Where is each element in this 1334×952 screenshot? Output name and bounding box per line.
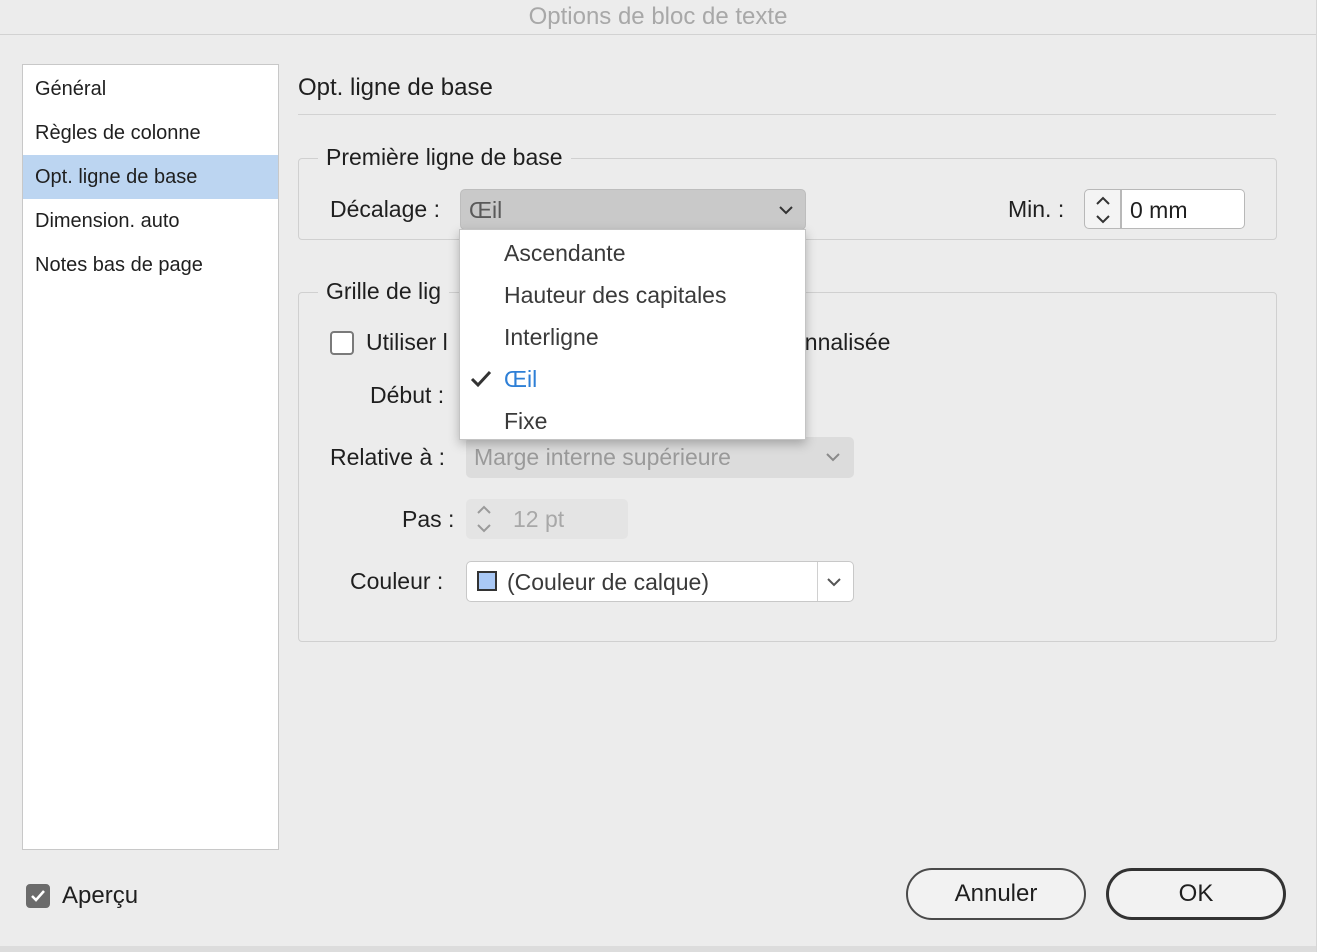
first-baseline-group-label: Première ligne de base bbox=[318, 144, 571, 171]
chevron-down-icon bbox=[824, 437, 842, 477]
chevron-down-icon bbox=[777, 190, 795, 230]
sidebar-item-general[interactable]: Général bbox=[23, 67, 278, 111]
offset-select[interactable]: Œil bbox=[460, 189, 806, 230]
window-title: Options de bloc de texte bbox=[528, 3, 788, 30]
sidebar-item-baseline-options[interactable]: Opt. ligne de base bbox=[23, 155, 278, 199]
relative-to-select[interactable]: Marge interne supérieure bbox=[466, 437, 854, 478]
relative-to-label: Relative à : bbox=[330, 444, 446, 470]
window-bottom-edge bbox=[0, 946, 1316, 952]
step-input[interactable]: 12 pt bbox=[502, 499, 628, 539]
dropdown-option-fixe[interactable]: Fixe bbox=[460, 400, 805, 442]
use-custom-grid-label-end: onnalisée bbox=[792, 329, 891, 355]
color-label: Couleur : bbox=[350, 568, 444, 594]
dropdown-option-oeil[interactable]: Œil bbox=[460, 358, 805, 400]
step-label: Pas : bbox=[402, 506, 455, 532]
sidebar-item-auto-size[interactable]: Dimension. auto bbox=[23, 199, 278, 243]
cancel-button[interactable]: Annuler bbox=[906, 868, 1086, 920]
dropdown-option-cap-height[interactable]: Hauteur des capitales bbox=[460, 274, 805, 316]
stepper-arrows-icon bbox=[477, 505, 491, 533]
window-edge bbox=[1316, 0, 1334, 952]
stepper-arrows-icon bbox=[1096, 196, 1110, 224]
dropdown-option-interligne[interactable]: Interligne bbox=[460, 316, 805, 358]
dropdown-option-ascendante[interactable]: Ascendante bbox=[460, 232, 805, 274]
step-stepper[interactable] bbox=[466, 499, 502, 539]
start-label: Début : bbox=[370, 382, 445, 408]
sidebar-item-footnotes[interactable]: Notes bas de page bbox=[23, 243, 278, 287]
select-divider bbox=[817, 562, 818, 601]
color-swatch bbox=[477, 571, 497, 591]
color-select[interactable]: (Couleur de calque) bbox=[466, 561, 854, 602]
min-label: Min. : bbox=[1008, 196, 1065, 222]
sidebar-item-column-rules[interactable]: Règles de colonne bbox=[23, 111, 278, 155]
use-custom-grid-label-start: Utiliser l bbox=[366, 329, 448, 355]
preview-label: Aperçu bbox=[62, 882, 139, 909]
min-stepper[interactable] bbox=[1084, 189, 1121, 229]
min-input-value: 0 mm bbox=[1130, 197, 1188, 223]
chevron-down-icon bbox=[825, 562, 843, 602]
title-bar: Options de bloc de texte bbox=[0, 0, 1316, 35]
checkmark-icon bbox=[31, 890, 45, 902]
sidebar: Général Règles de colonne Opt. ligne de … bbox=[22, 64, 279, 850]
use-custom-grid-checkbox[interactable] bbox=[330, 331, 354, 355]
color-select-value: (Couleur de calque) bbox=[507, 569, 710, 595]
offset-dropdown-menu: Ascendante Hauteur des capitales Interli… bbox=[459, 229, 806, 440]
step-input-value: 12 pt bbox=[513, 506, 565, 532]
ok-button[interactable]: OK bbox=[1106, 868, 1286, 920]
relative-to-select-value: Marge interne supérieure bbox=[474, 444, 731, 470]
page-title: Opt. ligne de base bbox=[298, 74, 493, 101]
baseline-grid-group-label: Grille de lig bbox=[318, 278, 450, 305]
section-divider bbox=[298, 114, 1276, 115]
offset-label: Décalage : bbox=[330, 196, 440, 222]
dropdown-option-label: Œil bbox=[504, 366, 538, 392]
offset-select-value: Œil bbox=[469, 197, 503, 223]
min-input[interactable]: 0 mm bbox=[1121, 189, 1245, 229]
preview-checkbox[interactable] bbox=[26, 884, 50, 908]
